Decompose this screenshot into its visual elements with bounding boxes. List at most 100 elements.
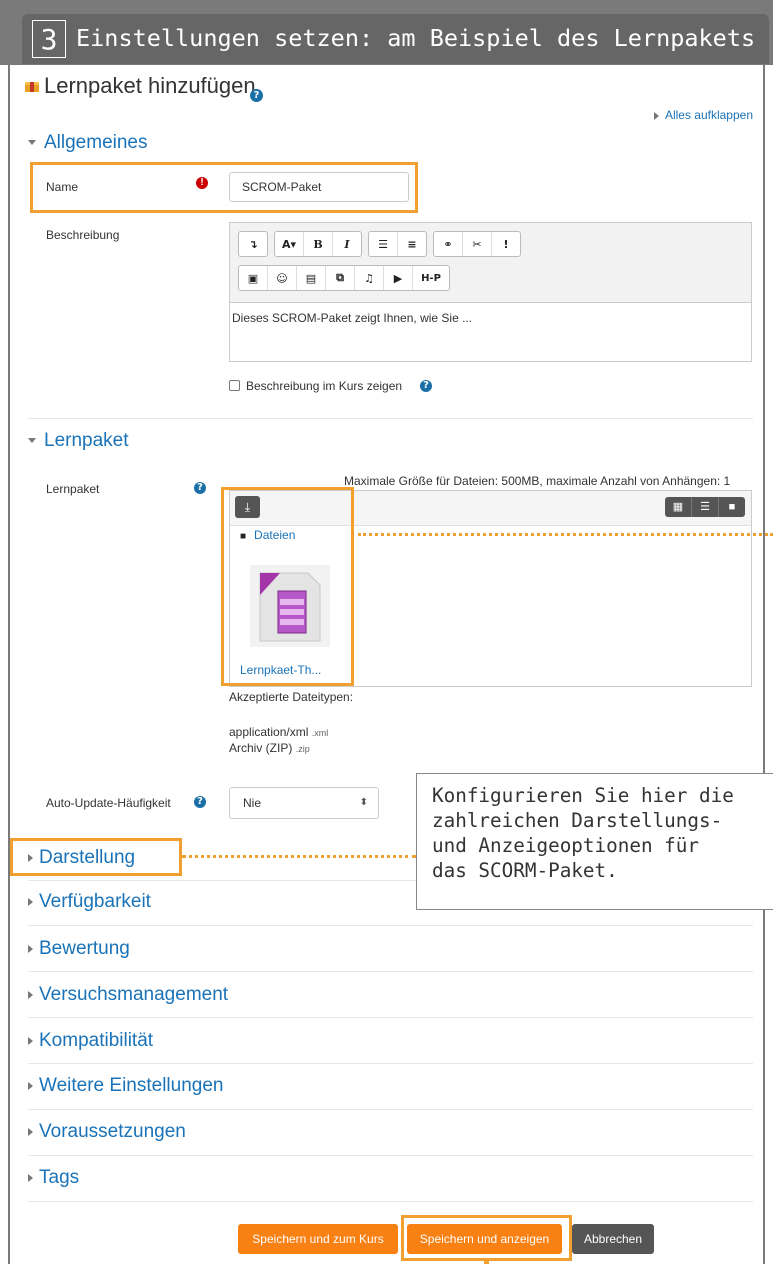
callout-line: zahlreichen Darstellungs- [432, 809, 723, 832]
toolbar-group: A▾ B I [274, 231, 362, 257]
section-allgemeines-label: Allgemeines [44, 132, 148, 153]
section-lernpaket[interactable]: Lernpaket [28, 430, 129, 452]
divider [28, 1201, 753, 1202]
collapse-triangle-icon [28, 140, 36, 146]
toolbar-group: ☰ ≡ [368, 231, 427, 257]
callout-box: Konfigurieren Sie hier die zahlreichen D… [416, 773, 773, 910]
type-name: application/xml [229, 725, 309, 739]
highlight-darstellung [10, 838, 182, 876]
select-arrows-icon: ⬍ [359, 797, 368, 808]
grid-view-icon[interactable]: ▦ [665, 497, 692, 517]
divider [28, 1017, 753, 1018]
step-number: 3 [32, 20, 66, 58]
section-kompatibilitaet[interactable]: Kompatibilität [28, 1030, 153, 1052]
section-voraussetzungen-label: Voraussetzungen [39, 1121, 186, 1142]
more-button[interactable]: ! [492, 232, 520, 256]
type-ext: .zip [295, 744, 310, 754]
copy-button[interactable]: ⧉ [326, 266, 355, 290]
divider [28, 1155, 753, 1156]
h5p-button[interactable]: H-P [413, 266, 449, 290]
divider [28, 418, 753, 419]
section-weitere-einstellungen[interactable]: Weitere Einstellungen [28, 1075, 223, 1097]
package-icon [25, 82, 39, 92]
help-icon[interactable]: ? [250, 89, 263, 102]
highlight-file [221, 487, 354, 686]
show-description-label: Beschreibung im Kurs zeigen [246, 379, 403, 393]
help-icon[interactable]: ? [194, 482, 206, 494]
section-verfuegbarkeit-label: Verfügbarkeit [39, 891, 151, 912]
toolbar-group: ▣ ☺ ▤ ⧉ ♫ ▶ H-P [238, 265, 450, 291]
section-versuchsmanagement-label: Versuchsmanagement [39, 984, 229, 1005]
auto-update-label: Auto-Update-Häufigkeit [46, 796, 171, 810]
callout-line: und Anzeigeoptionen für [432, 834, 699, 857]
section-lernpaket-label: Lernpaket [44, 430, 129, 451]
unordered-list-button[interactable]: ☰ [369, 232, 398, 256]
type-name: Archiv (ZIP) [229, 741, 293, 755]
collapse-triangle-icon [28, 438, 36, 444]
folder-view-icon[interactable]: ■ [719, 497, 745, 517]
section-bewertung-label: Bewertung [39, 938, 130, 959]
toggle-toolbar-button[interactable]: ↴ [239, 232, 267, 256]
divider [28, 971, 753, 972]
callout-connector [182, 855, 416, 858]
link-button[interactable]: ⚭ [434, 232, 463, 256]
upload-limits: Maximale Größe für Dateien: 500MB, maxim… [344, 474, 731, 488]
description-text[interactable]: Dieses SCROM-Paket zeigt Ihnen, wie Sie … [230, 302, 751, 361]
callout-line: das SCORM-Paket. [432, 859, 618, 882]
ordered-list-button[interactable]: ≡ [398, 232, 426, 256]
show-description-checkbox[interactable] [229, 380, 240, 391]
editor-toolbar-row-1: ↴ A▾ B I ☰ ≡ ⚭ ✂ ! [238, 231, 527, 257]
toolbar-group: ↴ [238, 231, 268, 257]
bold-button[interactable]: B [304, 232, 333, 256]
video-button[interactable]: ▶ [384, 266, 413, 290]
highlight-save-display [401, 1215, 572, 1261]
divider [28, 1109, 753, 1110]
help-icon[interactable]: ? [194, 796, 206, 808]
expand-triangle-icon [28, 990, 33, 999]
divider [28, 925, 753, 926]
expand-triangle-icon [28, 1036, 33, 1045]
highlight-name [30, 162, 418, 213]
expand-triangle-icon [653, 111, 659, 120]
divider [28, 1063, 753, 1064]
section-tags[interactable]: Tags [28, 1167, 79, 1189]
section-kompatibilitaet-label: Kompatibilität [39, 1030, 154, 1051]
image-button[interactable]: ▣ [239, 266, 268, 290]
expand-triangle-icon [28, 1127, 33, 1136]
type-ext: .xml [311, 728, 329, 738]
italic-button[interactable]: I [333, 232, 361, 256]
section-versuchsmanagement[interactable]: Versuchsmanagement [28, 984, 228, 1006]
help-icon[interactable]: ? [420, 380, 432, 392]
list-view-icon[interactable]: ☰ [692, 497, 719, 517]
banner-title: Einstellungen setzen: am Beispiel des Le… [76, 24, 756, 52]
page-title: Lernpaket hinzufügen [44, 73, 256, 98]
package-label: Lernpaket [46, 482, 100, 496]
description-label: Beschreibung [46, 228, 120, 242]
media-button[interactable]: ▤ [297, 266, 326, 290]
callout-connector [358, 533, 773, 536]
audio-button[interactable]: ♫ [355, 266, 384, 290]
unlink-button[interactable]: ✂ [463, 232, 492, 256]
cancel-button[interactable]: Abbrechen [572, 1224, 654, 1254]
callout-line: Konfigurieren Sie hier die [432, 784, 734, 807]
emoji-button[interactable]: ☺ [268, 266, 297, 290]
accepted-type-xml: application/xml .xml [229, 725, 328, 739]
accepted-types-heading: Akzeptierte Dateitypen: [229, 690, 354, 704]
description-editor[interactable]: ↴ A▾ B I ☰ ≡ ⚭ ✂ ! ▣ ☺ ▤ ⧉ ♫ ▶ H-P Diese… [229, 222, 752, 362]
section-voraussetzungen[interactable]: Voraussetzungen [28, 1121, 186, 1143]
expand-triangle-icon [28, 1081, 33, 1090]
view-switcher: ▦ ☰ ■ [665, 497, 745, 517]
save-and-return-button[interactable]: Speichern und zum Kurs [238, 1224, 398, 1254]
expand-triangle-icon [28, 1173, 33, 1182]
section-tags-label: Tags [39, 1167, 80, 1188]
section-verfuegbarkeit[interactable]: Verfügbarkeit [28, 891, 151, 913]
font-style-button[interactable]: A▾ [275, 232, 304, 256]
section-allgemeines[interactable]: Allgemeines [28, 132, 148, 154]
editor-toolbar-row-2: ▣ ☺ ▤ ⧉ ♫ ▶ H-P [238, 265, 456, 291]
expand-triangle-icon [28, 944, 33, 953]
section-bewertung[interactable]: Bewertung [28, 938, 130, 960]
auto-update-select[interactable]: Nie ⬍ [229, 787, 379, 819]
auto-update-value: Nie [243, 796, 262, 810]
expand-all-link[interactable]: Alles aufklappen [653, 108, 753, 122]
expand-all-label: Alles aufklappen [664, 108, 753, 122]
